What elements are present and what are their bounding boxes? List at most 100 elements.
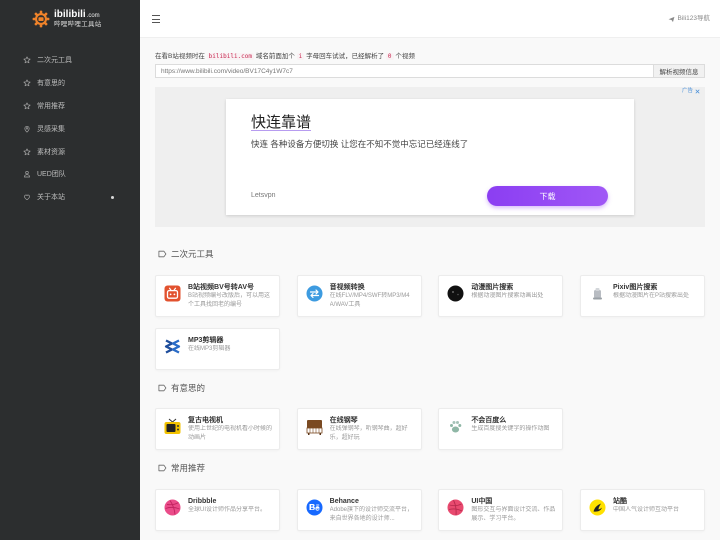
card-description: 生成百度搜关键字的操作动图 bbox=[471, 426, 550, 432]
sidebar-item-label: 二次元工具 bbox=[37, 57, 72, 65]
card-title: 在线钢琴 bbox=[329, 417, 358, 424]
star-icon bbox=[23, 148, 31, 155]
card-description: Adobe旗下的设计师交流平台，来自世界各地的设计师... bbox=[329, 507, 414, 522]
ad-headline[interactable]: 快连靠谱 bbox=[251, 114, 311, 132]
card-title: 不会百度么 bbox=[471, 417, 507, 424]
intro-text: 个视频 bbox=[395, 53, 415, 60]
sidebar-item-interesting[interactable]: 有意思的 bbox=[0, 72, 140, 95]
pixiv-icon bbox=[589, 285, 606, 302]
dribbble-icon bbox=[164, 499, 181, 516]
parser-intro: 在看B站视频时在 bilibili.com 域名前面加个 i 字母回车试试，已经… bbox=[155, 52, 415, 62]
card-title: 复古电视机 bbox=[188, 417, 223, 424]
card-title: UI中国 bbox=[471, 498, 493, 505]
card-body: 站酷 中国人气设计师互动平台 bbox=[613, 497, 698, 530]
card-body: 复古电视机 使用上世纪的电视机看小时候的动画片 bbox=[188, 416, 273, 449]
logo-domain: .com bbox=[86, 13, 100, 19]
card-grid: 复古电视机 使用上世纪的电视机看小时候的动画片 在线钢琴 在线弹钢琴，听钢琴曲，… bbox=[155, 408, 705, 450]
section-recommended: 常用推荐 Dribbble 全球UI设计师作品分享平台。 Behance Ado… bbox=[155, 462, 705, 531]
card-body: 在线钢琴 在线弹钢琴，听钢琴曲，超好乐，超好玩 bbox=[330, 416, 415, 449]
map-pin-icon bbox=[24, 125, 30, 133]
card-body: B站视频BV号转AV号 B站视频编号改版后，可以用这个工具找回老的编号 bbox=[188, 283, 273, 316]
nav-link-label: Bili123导航 bbox=[677, 15, 710, 22]
anime-search-icon bbox=[447, 285, 464, 302]
card-body: UI中国 图形交互与界面设计交流、作品展示、学习平台。 bbox=[471, 497, 556, 530]
retro-tv-icon bbox=[164, 418, 181, 435]
card-title: B站视频BV号转AV号 bbox=[188, 284, 254, 291]
sidebar-item-label: 有意思的 bbox=[37, 80, 65, 88]
tag-icon bbox=[158, 384, 167, 392]
tool-card-mp3-cutter[interactable]: MP3剪辑器 在线MP3剪辑器 bbox=[155, 328, 280, 370]
card-title: Behance bbox=[329, 498, 359, 505]
ad-label[interactable]: 广告 bbox=[682, 88, 700, 95]
tool-card-online-piano[interactable]: 在线钢琴 在线弹钢琴，听钢琴曲，超好乐，超好玩 bbox=[296, 408, 422, 450]
card-grid: B站视频BV号转AV号 B站视频编号改版后，可以用这个工具找回老的编号 音视频转… bbox=[155, 275, 705, 370]
ui-china-icon bbox=[447, 499, 464, 516]
piano-icon bbox=[306, 418, 323, 435]
close-icon[interactable] bbox=[695, 89, 700, 94]
logo-name-text: ibilibili bbox=[54, 9, 86, 20]
card-body: Dribbble 全球UI设计师作品分享平台。 bbox=[188, 497, 273, 530]
sidebar-item-label: 素材资源 bbox=[37, 148, 65, 156]
sidebar-item-recommended[interactable]: 常用推荐 bbox=[0, 95, 140, 118]
intro-text: 域名前面加个 bbox=[255, 53, 295, 60]
sidebar-item-anime-tools[interactable]: 二次元工具 bbox=[0, 49, 140, 72]
tag-icon bbox=[158, 250, 167, 258]
site-card-dribbble[interactable]: Dribbble 全球UI设计师作品分享平台。 bbox=[155, 489, 280, 531]
section-title: 有意思的 bbox=[171, 383, 206, 393]
section-title: 常用推荐 bbox=[171, 463, 206, 473]
parse-form: 解析视频信息 bbox=[155, 64, 705, 78]
star-icon bbox=[23, 102, 31, 110]
card-title: 站酷 bbox=[612, 498, 627, 505]
site-card-behance[interactable]: Behance Adobe旗下的设计师交流平台，来自世界各地的设计师... bbox=[296, 489, 422, 531]
tool-card-baidu-for-you[interactable]: 不会百度么 生成百度搜关键字的操作动图 bbox=[438, 408, 564, 450]
ad-card[interactable]: 快连靠谱 快连 各种设备方便切换 让您在不知不觉中忘记已经连线了 Letsvpn… bbox=[226, 99, 634, 215]
tool-card-audio-video-convert[interactable]: 音视频转换 在线FLV/MP4/SWF转MP3/M4A/WAV工具 bbox=[296, 275, 422, 317]
ad-download-button[interactable]: 下载 bbox=[487, 186, 608, 206]
ad-advertiser: Letsvpn bbox=[251, 192, 276, 199]
tool-card-anime-image-search[interactable]: 动漫图片搜索 根据动漫图片搜索动画出处 bbox=[438, 275, 564, 317]
hamburger-icon[interactable] bbox=[152, 15, 160, 23]
card-body: Behance Adobe旗下的设计师交流平台，来自世界各地的设计师... bbox=[330, 497, 415, 530]
sidebar: ibilibili.com 哔哩哔哩工具站 二次元工具 有意思的 常用推荐 灵感… bbox=[0, 0, 140, 540]
baidu-paw-icon bbox=[447, 418, 464, 435]
card-title: Dribbble bbox=[188, 498, 217, 505]
submenu-indicator-icon bbox=[111, 195, 114, 199]
card-description: 图形交互与界面设计交流、作品展示、学习平台。 bbox=[471, 507, 556, 522]
site-card-ui-china[interactable]: UI中国 图形交互与界面设计交流、作品展示、学习平台。 bbox=[438, 489, 564, 531]
card-body: 音视频转换 在线FLV/MP4/SWF转MP3/M4A/WAV工具 bbox=[330, 283, 415, 316]
zcool-icon bbox=[589, 499, 606, 516]
card-description: B站视频编号改版后，可以用这个工具找回老的编号 bbox=[188, 293, 271, 308]
top-bar: Bili123导航 bbox=[140, 0, 720, 38]
sidebar-item-resources[interactable]: 素材资源 bbox=[0, 140, 140, 163]
site-logo[interactable]: ibilibili.com 哔哩哔哩工具站 bbox=[0, 0, 140, 38]
parsed-count: 0 bbox=[385, 53, 394, 60]
card-description: 中国人气设计师互动平台 bbox=[612, 507, 679, 513]
tool-card-retro-tv[interactable]: 复古电视机 使用上世纪的电视机看小时候的动画片 bbox=[155, 408, 280, 450]
convert-arrows-icon bbox=[306, 285, 323, 302]
bili123-nav-link[interactable]: Bili123导航 bbox=[668, 15, 710, 23]
gear-icon bbox=[32, 10, 50, 28]
card-description: 使用上世纪的电视机看小时候的动画片 bbox=[188, 426, 273, 441]
ad-label-text: 广告 bbox=[681, 88, 693, 94]
sidebar-item-label: 灵感采集 bbox=[37, 125, 65, 133]
sidebar-item-label: 关于本站 bbox=[37, 194, 65, 202]
tool-card-pixiv-search[interactable]: Pixiv图片搜索 根据动漫图片在P站搜索出处 bbox=[579, 275, 705, 317]
card-description: 全球UI设计师作品分享平台。 bbox=[188, 507, 267, 513]
sidebar-item-ued-team[interactable]: UED团队 bbox=[0, 163, 140, 186]
video-url-input[interactable] bbox=[155, 64, 654, 78]
star-icon bbox=[23, 56, 31, 64]
sidebar-item-label: 常用推荐 bbox=[37, 102, 65, 110]
card-body: 不会百度么 生成百度搜关键字的操作动图 bbox=[471, 416, 556, 449]
section-anime-tools: 二次元工具 B站视频BV号转AV号 B站视频编号改版后，可以用这个工具找回老的编… bbox=[155, 248, 705, 370]
sidebar-item-about[interactable]: 关于本站 bbox=[0, 186, 140, 209]
user-icon bbox=[24, 171, 30, 178]
parse-video-button[interactable]: 解析视频信息 bbox=[654, 64, 705, 78]
tool-card-bv-to-av[interactable]: B站视频BV号转AV号 B站视频编号改版后，可以用这个工具找回老的编号 bbox=[155, 275, 280, 317]
tag-icon bbox=[158, 464, 167, 472]
card-description: 根据动漫图片在P站搜索出处 bbox=[612, 293, 689, 299]
star-icon bbox=[23, 79, 31, 87]
sidebar-item-inspiration[interactable]: 灵感采集 bbox=[0, 117, 140, 140]
sidebar-item-label: UED团队 bbox=[37, 171, 66, 179]
site-card-zcool[interactable]: 站酷 中国人气设计师互动平台 bbox=[579, 489, 705, 531]
bv-to-av-icon bbox=[164, 285, 181, 302]
